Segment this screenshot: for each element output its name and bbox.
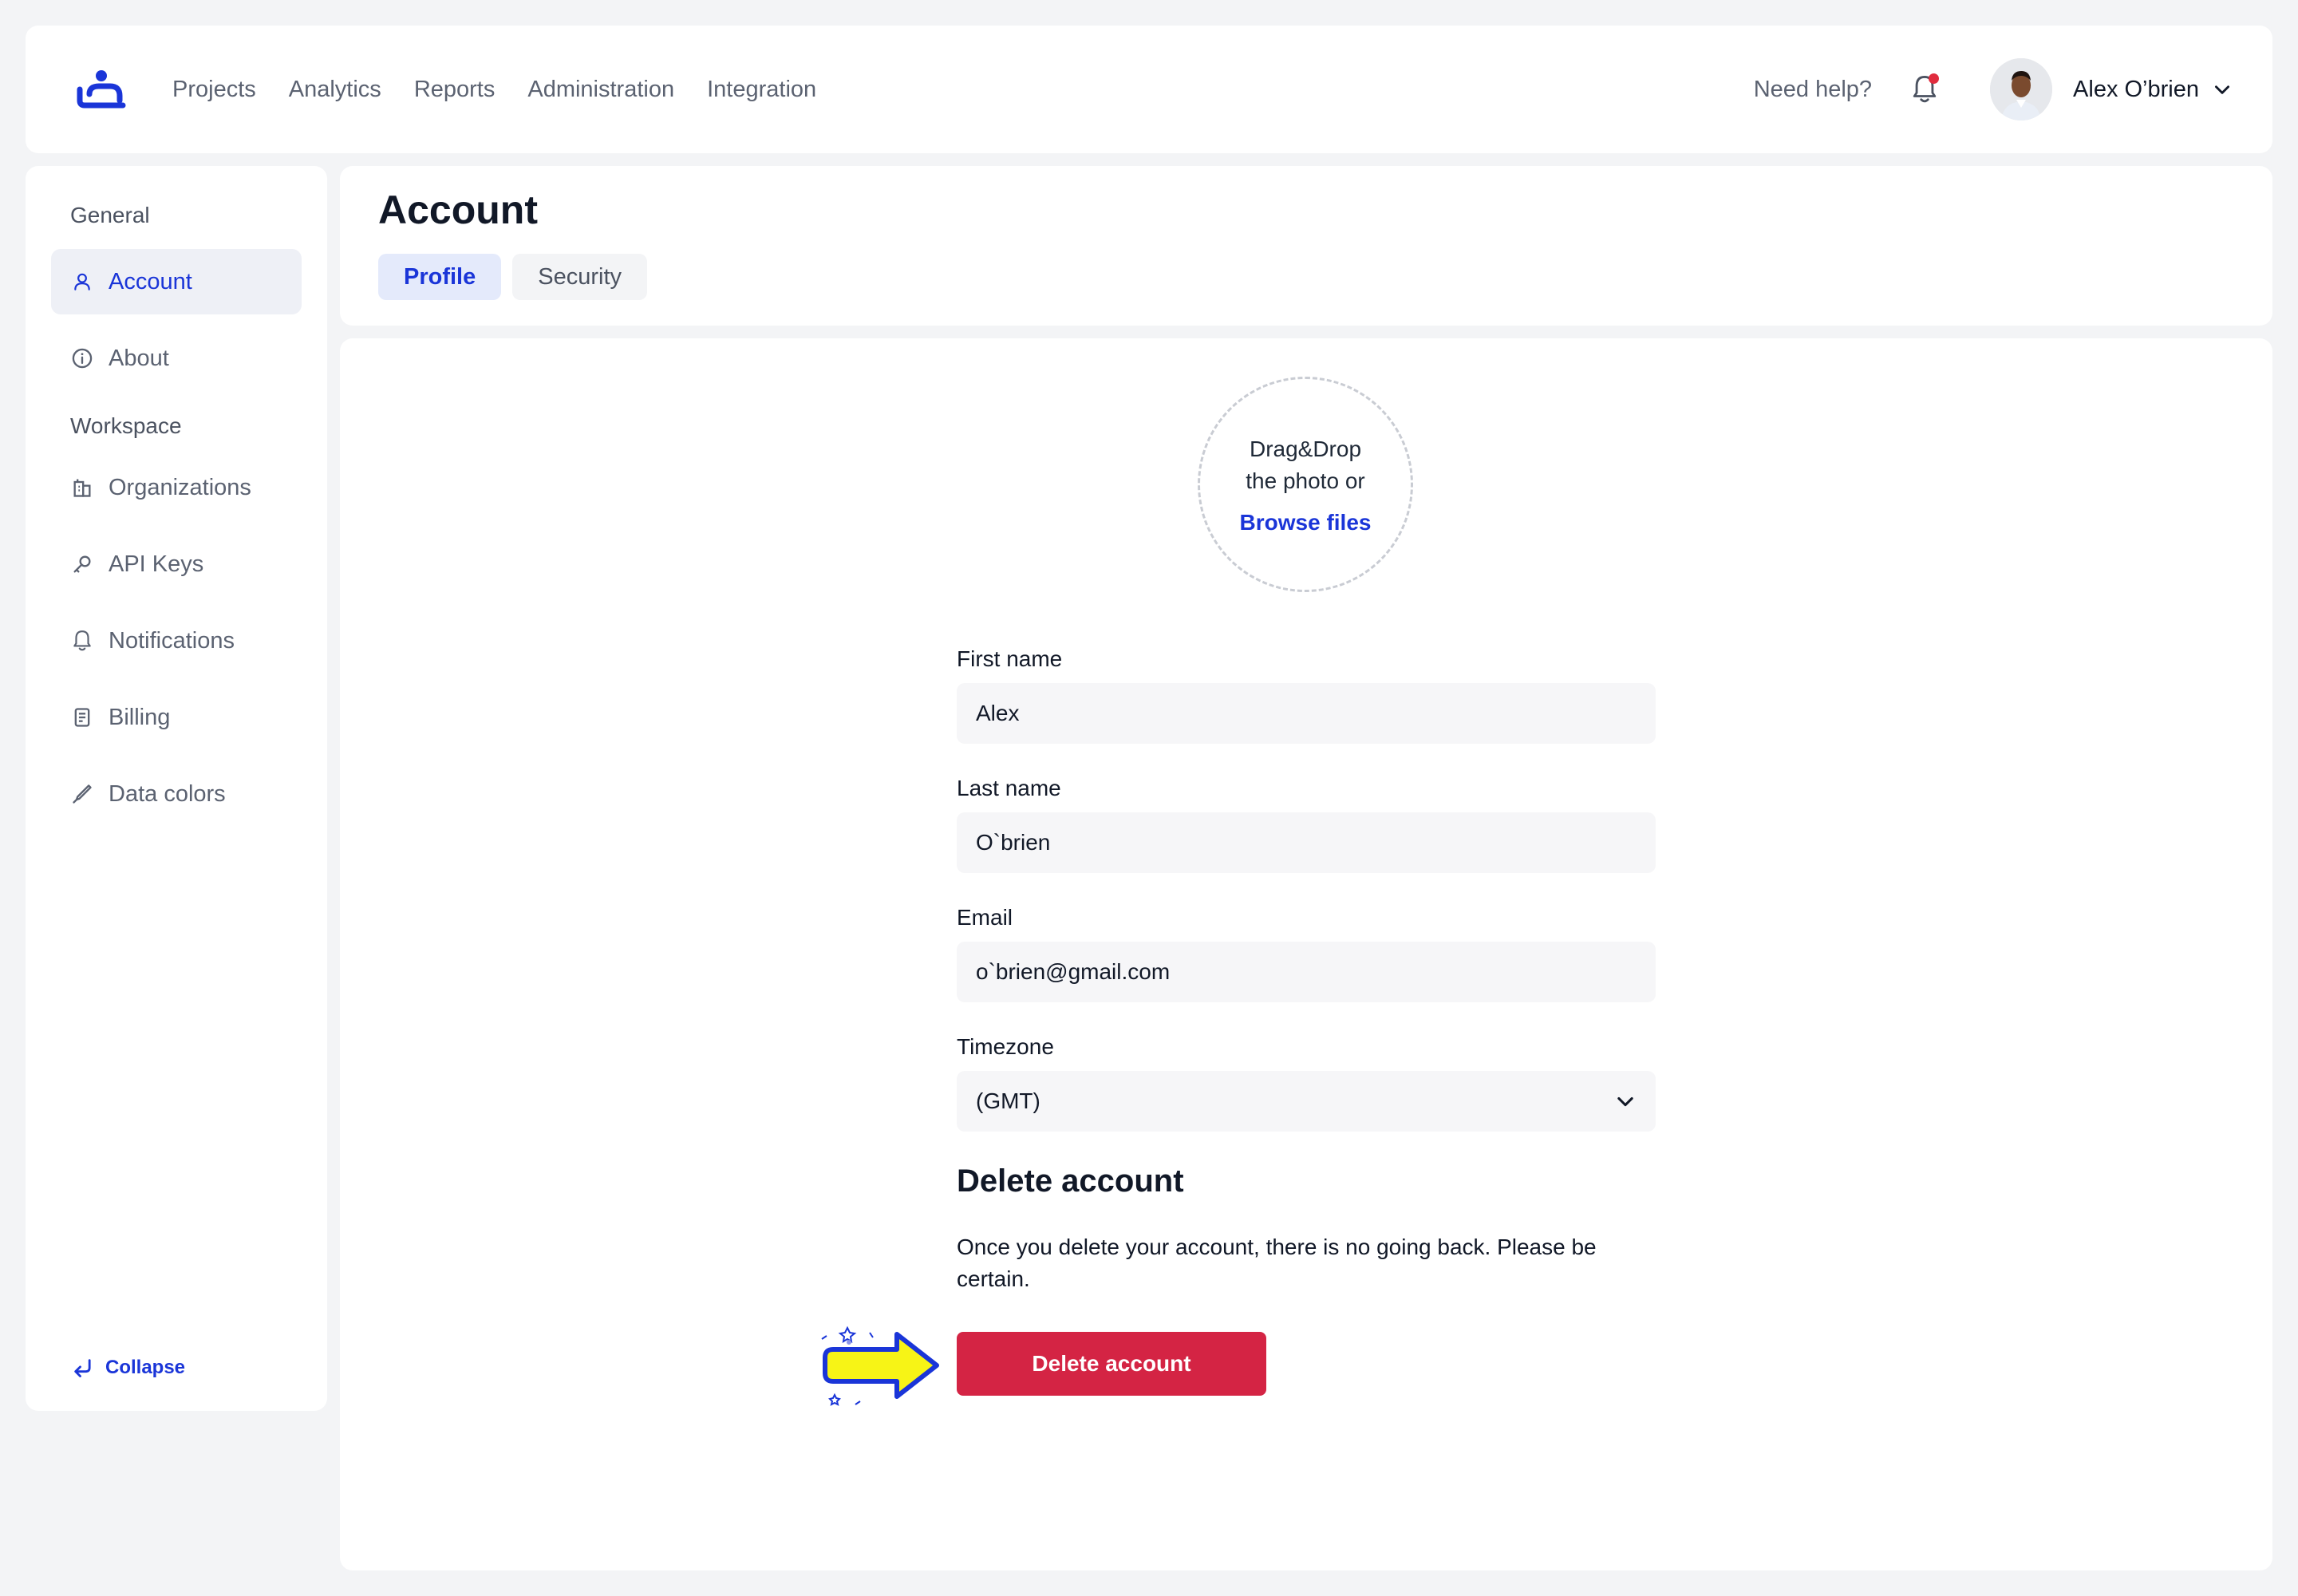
delete-account-button[interactable]: Delete account <box>957 1332 1266 1396</box>
nav-administration[interactable]: Administration <box>527 77 674 103</box>
email-field[interactable]: o`brien@gmail.com <box>957 942 1656 1002</box>
dropzone-text-line2: the photo or <box>1246 468 1365 493</box>
dropzone-text-line1: Drag&Drop <box>1249 437 1362 461</box>
user-icon <box>70 270 94 294</box>
top-right-controls: Need help? Alex O’brien <box>1754 58 2233 120</box>
key-icon <box>70 552 94 576</box>
delete-account-description: Once you delete your account, there is n… <box>957 1235 1597 1291</box>
photo-dropzone[interactable]: Drag&Drop the photo or Browse files <box>1198 377 1413 592</box>
profile-panel: Drag&Drop the photo or Browse files Firs… <box>340 338 2272 1570</box>
tab-profile[interactable]: Profile <box>378 254 502 300</box>
sidebar-item-label: API Keys <box>109 551 204 577</box>
email-label: Email <box>957 905 1013 930</box>
return-arrow-icon <box>74 1359 91 1377</box>
sidebar-item-account[interactable]: Account <box>51 249 302 314</box>
last-name-field[interactable]: O`brien <box>957 812 1656 873</box>
brush-icon <box>70 782 94 806</box>
bell-icon <box>70 629 94 653</box>
nav-reports[interactable]: Reports <box>414 77 496 103</box>
first-name-label: First name <box>957 646 1063 671</box>
sidebar-item-billing[interactable]: Billing <box>51 685 302 750</box>
need-help-link[interactable]: Need help? <box>1754 77 1872 103</box>
profile-form: First name Alex Last name O`brien Email … <box>957 646 1656 1396</box>
timezone-value: (GMT) <box>976 1088 1040 1113</box>
nav-integration[interactable]: Integration <box>707 77 816 103</box>
last-name-label: Last name <box>957 776 1061 800</box>
notifications-button[interactable] <box>1909 72 1941 107</box>
top-navbar: Projects Analytics Reports Administratio… <box>26 26 2272 153</box>
sidebar-item-label: Account <box>109 268 192 294</box>
sidebar-item-about[interactable]: About <box>51 326 302 391</box>
delete-account-heading: Delete account <box>957 1163 1184 1199</box>
sidebar-item-data-colors[interactable]: Data colors <box>51 761 302 827</box>
tab-bar: Profile Security <box>378 254 2234 300</box>
page-header: Account Profile Security <box>340 166 2272 326</box>
sidebar-item-api-keys[interactable]: API Keys <box>51 531 302 597</box>
timezone-select[interactable]: (GMT) <box>957 1071 1656 1132</box>
chevron-down-icon <box>1617 1096 1633 1107</box>
info-icon <box>70 346 94 370</box>
user-name[interactable]: Alex O’brien <box>2073 77 2199 103</box>
page-title: Account <box>378 188 538 232</box>
document-icon <box>70 705 94 729</box>
nav-analytics[interactable]: Analytics <box>289 77 381 103</box>
sidebar-item-label: Organizations <box>109 474 251 500</box>
sidebar: General Account About Workspace Organiza… <box>26 166 327 1411</box>
browse-files-link[interactable]: Browse files <box>1240 510 1372 535</box>
sidebar-item-label: Notifications <box>109 627 235 654</box>
tab-security[interactable]: Security <box>512 254 648 300</box>
sidebar-item-label: Data colors <box>109 780 226 807</box>
nav-projects[interactable]: Projects <box>172 77 256 103</box>
logo-icon[interactable] <box>75 69 128 110</box>
collapse-label: Collapse <box>105 1357 186 1378</box>
main-nav: Projects Analytics Reports Administratio… <box>172 77 816 103</box>
collapse-button[interactable]: Collapse <box>72 1357 185 1379</box>
highlight-arrow-icon <box>821 1325 939 1406</box>
sidebar-heading-workspace: Workspace <box>70 413 182 438</box>
timezone-label: Timezone <box>957 1034 1054 1059</box>
sidebar-item-label: About <box>109 345 169 371</box>
sidebar-item-organizations[interactable]: Organizations <box>51 455 302 520</box>
avatar[interactable] <box>1990 58 2053 120</box>
notification-dot <box>1929 73 1940 84</box>
sidebar-item-notifications[interactable]: Notifications <box>51 608 302 674</box>
building-icon <box>70 476 94 500</box>
first-name-field[interactable]: Alex <box>957 683 1656 744</box>
sidebar-item-label: Billing <box>109 704 171 730</box>
sidebar-heading-general: General <box>70 203 150 227</box>
chevron-down-icon[interactable] <box>2212 79 2233 100</box>
